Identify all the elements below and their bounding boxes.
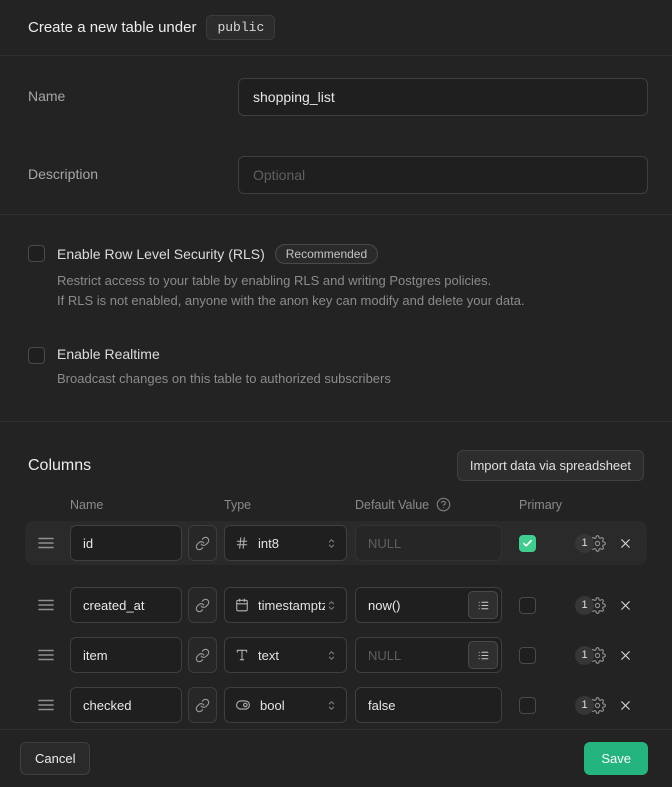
text-icon [235,648,249,662]
settings-count-badge: 1 [575,646,594,665]
column-type-select[interactable]: text [224,637,347,673]
column-name-input[interactable] [70,587,182,623]
default-suggestions-button[interactable] [468,591,498,619]
drag-handle-icon[interactable] [38,699,56,711]
primary-checkbox[interactable] [519,647,536,664]
remove-column-button[interactable] [618,598,633,613]
hash-icon [235,536,249,550]
foreign-key-link-button[interactable] [188,587,217,623]
description-label: Description [28,156,238,182]
header-type: Type [224,498,347,512]
foreign-key-link-button[interactable] [188,637,217,673]
column-default-input[interactable] [355,687,502,723]
default-suggestions-button[interactable] [468,641,498,669]
chevrons-up-down-icon [325,599,338,612]
drag-handle-icon[interactable] [38,649,56,661]
column-type-select[interactable]: bool [224,687,347,723]
calendar-icon [235,598,249,612]
import-spreadsheet-button[interactable]: Import data via spreadsheet [457,450,644,481]
column-type-select[interactable]: int8 [224,525,347,561]
chevrons-up-down-icon [325,699,338,712]
column-type-label: bool [260,698,325,713]
rls-label: Enable Row Level Security (RLS) [57,246,265,262]
primary-checkbox[interactable] [519,697,536,714]
column-type-select[interactable]: timestamptz [224,587,347,623]
dialog-header: Create a new table under public [0,0,672,56]
rls-description: Restrict access to your table by enablin… [57,271,644,311]
drag-handle-icon[interactable] [38,599,56,611]
schema-badge: public [206,15,275,40]
recommended-badge: Recommended [275,244,378,264]
drag-handle-icon[interactable] [38,537,56,549]
realtime-option: Enable Realtime Broadcast changes on thi… [28,347,644,389]
table-info-section: Name Description [0,56,672,215]
foreign-key-link-button[interactable] [188,525,217,561]
chevrons-up-down-icon [325,649,338,662]
remove-column-button[interactable] [618,536,633,551]
save-button[interactable]: Save [584,742,648,775]
column-type-label: timestamptz [258,598,325,613]
remove-column-button[interactable] [618,648,633,663]
column-row-created-at: timestamptz 1 [25,583,647,627]
description-field-row: Description [28,156,648,194]
toggle-icon [235,698,251,712]
realtime-description: Broadcast changes on this table to autho… [57,369,644,389]
realtime-checkbox[interactable] [28,347,45,364]
column-row-item: text 1 [25,633,647,677]
create-table-dialog: Create a new table under public Name Des… [0,0,672,787]
columns-title: Columns [28,457,91,475]
column-name-input[interactable] [70,525,182,561]
remove-column-button[interactable] [618,698,633,713]
columns-section: Columns Import data via spreadsheet Name… [0,422,672,729]
settings-count-badge: 1 [575,696,594,715]
cancel-button[interactable]: Cancel [20,742,90,775]
dialog-footer: Cancel Save [0,729,672,787]
column-name-input[interactable] [70,687,182,723]
columns-rows: int8 1 timestamptz [25,521,647,727]
columns-table-header: Name Type Default Value Primary [25,497,647,512]
primary-checkbox[interactable] [519,535,536,552]
name-label: Name [28,78,238,104]
help-circle-icon[interactable] [436,497,451,512]
column-type-label: text [258,648,325,663]
header-primary: Primary [519,498,562,512]
settings-count-badge: 1 [575,596,594,615]
name-field-row: Name [28,78,648,116]
header-default-value: Default Value [355,498,429,512]
dialog-title: Create a new table under [28,19,196,36]
column-name-input[interactable] [70,637,182,673]
rls-checkbox[interactable] [28,245,45,262]
options-section: Enable Row Level Security (RLS) Recommen… [0,215,672,422]
primary-checkbox[interactable] [519,597,536,614]
header-name: Name [70,498,182,512]
column-default-input[interactable] [355,525,502,561]
column-row-id: int8 1 [25,521,647,565]
realtime-label: Enable Realtime [57,346,160,362]
foreign-key-link-button[interactable] [188,687,217,723]
table-name-input[interactable] [238,78,648,116]
chevrons-up-down-icon [325,537,338,550]
column-type-label: int8 [258,536,325,551]
settings-count-badge: 1 [575,534,594,553]
column-row-checked: bool 1 [25,683,647,727]
rls-option: Enable Row Level Security (RLS) Recommen… [28,245,644,311]
table-description-input[interactable] [238,156,648,194]
